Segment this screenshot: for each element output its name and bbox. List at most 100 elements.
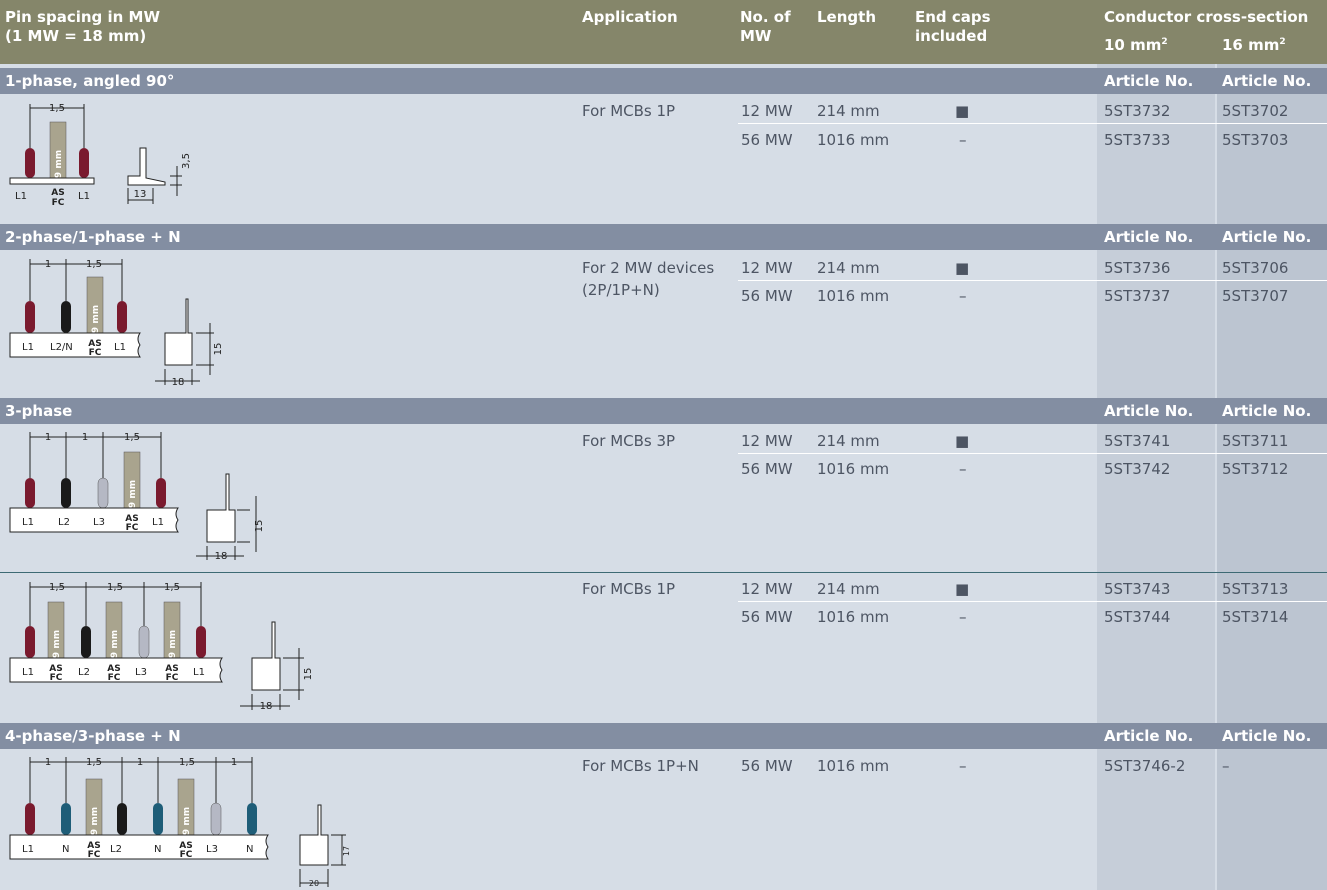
- diagram-5-dim: 1,5: [86, 757, 102, 768]
- diagram-5-dim: 1: [137, 757, 143, 768]
- diagram-1-height: 3,5: [181, 153, 192, 169]
- header-cs-10: 10 mm2: [1104, 36, 1168, 55]
- diagram-3-label: L1: [152, 517, 164, 528]
- endcaps-1b: –: [959, 131, 967, 149]
- side-profile-icon: [164, 298, 193, 366]
- diagram-5-dim: 1: [231, 757, 237, 768]
- diagram-4-label: L3: [135, 667, 147, 678]
- section-divider: [0, 572, 1327, 573]
- pin-grey-icon: [97, 477, 109, 509]
- diagram-1-pin-label: 9 mm: [54, 150, 64, 178]
- header-cs-16: 16 mm2: [1222, 36, 1286, 55]
- diagram-5-pin-label: 9 mm: [90, 807, 100, 835]
- diagram-4-label: L1: [193, 667, 205, 678]
- diagram-4-dim: 1,5: [49, 582, 65, 593]
- diagram-2-dim-b: 1,5: [86, 259, 102, 270]
- article-10-4a: 5ST3743: [1104, 580, 1171, 598]
- diagram-5-pin-label: 9 mm: [182, 807, 192, 835]
- article-16-1a: 5ST3702: [1222, 102, 1289, 120]
- section-bar-2: 2-phase/1-phase + N Article No. Article …: [0, 224, 1327, 250]
- diagram-4-label: FC: [166, 673, 179, 683]
- section-title-2: 2-phase/1-phase + N: [5, 228, 181, 246]
- pin-blue-icon: [61, 803, 71, 835]
- endcaps-4a: ■: [955, 580, 970, 598]
- diagram-5-dim: 1,5: [179, 757, 195, 768]
- diagram-5-dim: 1: [45, 757, 51, 768]
- diagram-1-width: 13: [134, 189, 147, 200]
- endcaps-2b: –: [959, 287, 967, 305]
- header-length: Length: [817, 8, 876, 26]
- pin-grey-icon: [138, 625, 150, 659]
- article-16-4b: 5ST3714: [1222, 608, 1289, 626]
- diagram-5-label: N: [62, 844, 69, 855]
- diagram-2-width: 18: [172, 377, 185, 388]
- diagram-3-label: L3: [93, 517, 105, 528]
- side-profile-icon: [251, 621, 281, 691]
- diagram-3-pin-label: 9 mm: [128, 480, 138, 508]
- article-10-2a: 5ST3736: [1104, 259, 1171, 277]
- diagram-2-label: L1: [22, 342, 34, 353]
- diagram-5-label: L1: [22, 844, 34, 855]
- header-cs-10-exp: 2: [1161, 37, 1168, 47]
- article-16-1b: 5ST3703: [1222, 131, 1289, 149]
- length-1a: 214 mm: [817, 102, 880, 120]
- diagram-4-label: FC: [50, 673, 63, 683]
- row-divider: [738, 123, 1327, 124]
- header-no-of-mw: No. of: [740, 8, 791, 26]
- diagram-4-dim: 1,5: [164, 582, 180, 593]
- article-16-4a: 5ST3713: [1222, 580, 1289, 598]
- application-2: For 2 MW devices: [582, 259, 715, 277]
- diagram-2-label: L1: [114, 342, 126, 353]
- article-10-3b: 5ST3742: [1104, 460, 1171, 478]
- length-1b: 1016 mm: [817, 131, 890, 149]
- header-cs-16-exp: 2: [1279, 37, 1286, 47]
- length-2b: 1016 mm: [817, 287, 890, 305]
- product-table-page: Pin spacing in MW (1 MW = 18 mm) Applica…: [0, 0, 1327, 890]
- pin-black-icon: [81, 626, 91, 658]
- section-bar-1: 1-phase, angled 90° Article No. Article …: [0, 68, 1327, 94]
- article-16-2a: 5ST3706: [1222, 259, 1289, 277]
- diagram-5-width: 20: [309, 879, 319, 888]
- diagram-2-label: L2/N: [50, 342, 73, 353]
- header-pin-spacing-note: (1 MW = 18 mm): [5, 27, 147, 45]
- endcaps-2a: ■: [955, 259, 970, 277]
- length-2a: 214 mm: [817, 259, 880, 277]
- diagram-4-pin-label: 9 mm: [110, 630, 120, 658]
- diagram-5-height: 17: [342, 846, 350, 856]
- mw-5a: 56 MW: [741, 757, 793, 775]
- diagram-2-height: 15: [213, 343, 224, 356]
- busbar-icon: [9, 834, 269, 860]
- pin-blue-icon: [153, 803, 163, 835]
- endcaps-1a: ■: [955, 102, 970, 120]
- pin-grey-icon: [210, 802, 222, 836]
- mw-4b: 56 MW: [741, 608, 793, 626]
- header-cs-16-value: 16 mm: [1222, 36, 1280, 54]
- diagram-4-width: 18: [260, 701, 273, 712]
- diagram-5-label: L3: [206, 844, 218, 855]
- diagram-1-label: FC: [52, 198, 65, 208]
- diagram-1-label: AS: [51, 188, 64, 198]
- diagram-3-phase-1p: 1,5 1,5 1,5 9 mm 9 mm 9 mm L1 AS FC L2 A…: [9, 582, 314, 712]
- article-10-4b: 5ST3744: [1104, 608, 1171, 626]
- mw-3a: 12 MW: [741, 432, 793, 450]
- row-divider: [738, 280, 1327, 281]
- diagram-3-dim-a: 1: [45, 432, 51, 443]
- mw-3b: 56 MW: [741, 460, 793, 478]
- section-title-1: 1-phase, angled 90°: [5, 72, 175, 90]
- header-pin-spacing: Pin spacing in MW: [5, 8, 161, 26]
- mw-2a: 12 MW: [741, 259, 793, 277]
- diagram-3-dim-c: 1,5: [124, 432, 140, 443]
- diagram-3-label: L1: [22, 517, 34, 528]
- diagram-5-label: N: [154, 844, 161, 855]
- length-3a: 214 mm: [817, 432, 880, 450]
- row-divider: [738, 453, 1327, 454]
- diagram-2-label: FC: [89, 348, 102, 358]
- diagram-4-pin-label: 9 mm: [168, 630, 178, 658]
- article-label-16-5: Article No.: [1222, 727, 1312, 745]
- article-label-10-2: Article No.: [1104, 228, 1194, 246]
- diagram-2-pin-label: 9 mm: [91, 305, 101, 333]
- header-cs-10-value: 10 mm: [1104, 36, 1162, 54]
- article-label-16-3: Article No.: [1222, 402, 1312, 420]
- pin-red-icon: [25, 478, 35, 508]
- pin-black-icon: [61, 301, 71, 333]
